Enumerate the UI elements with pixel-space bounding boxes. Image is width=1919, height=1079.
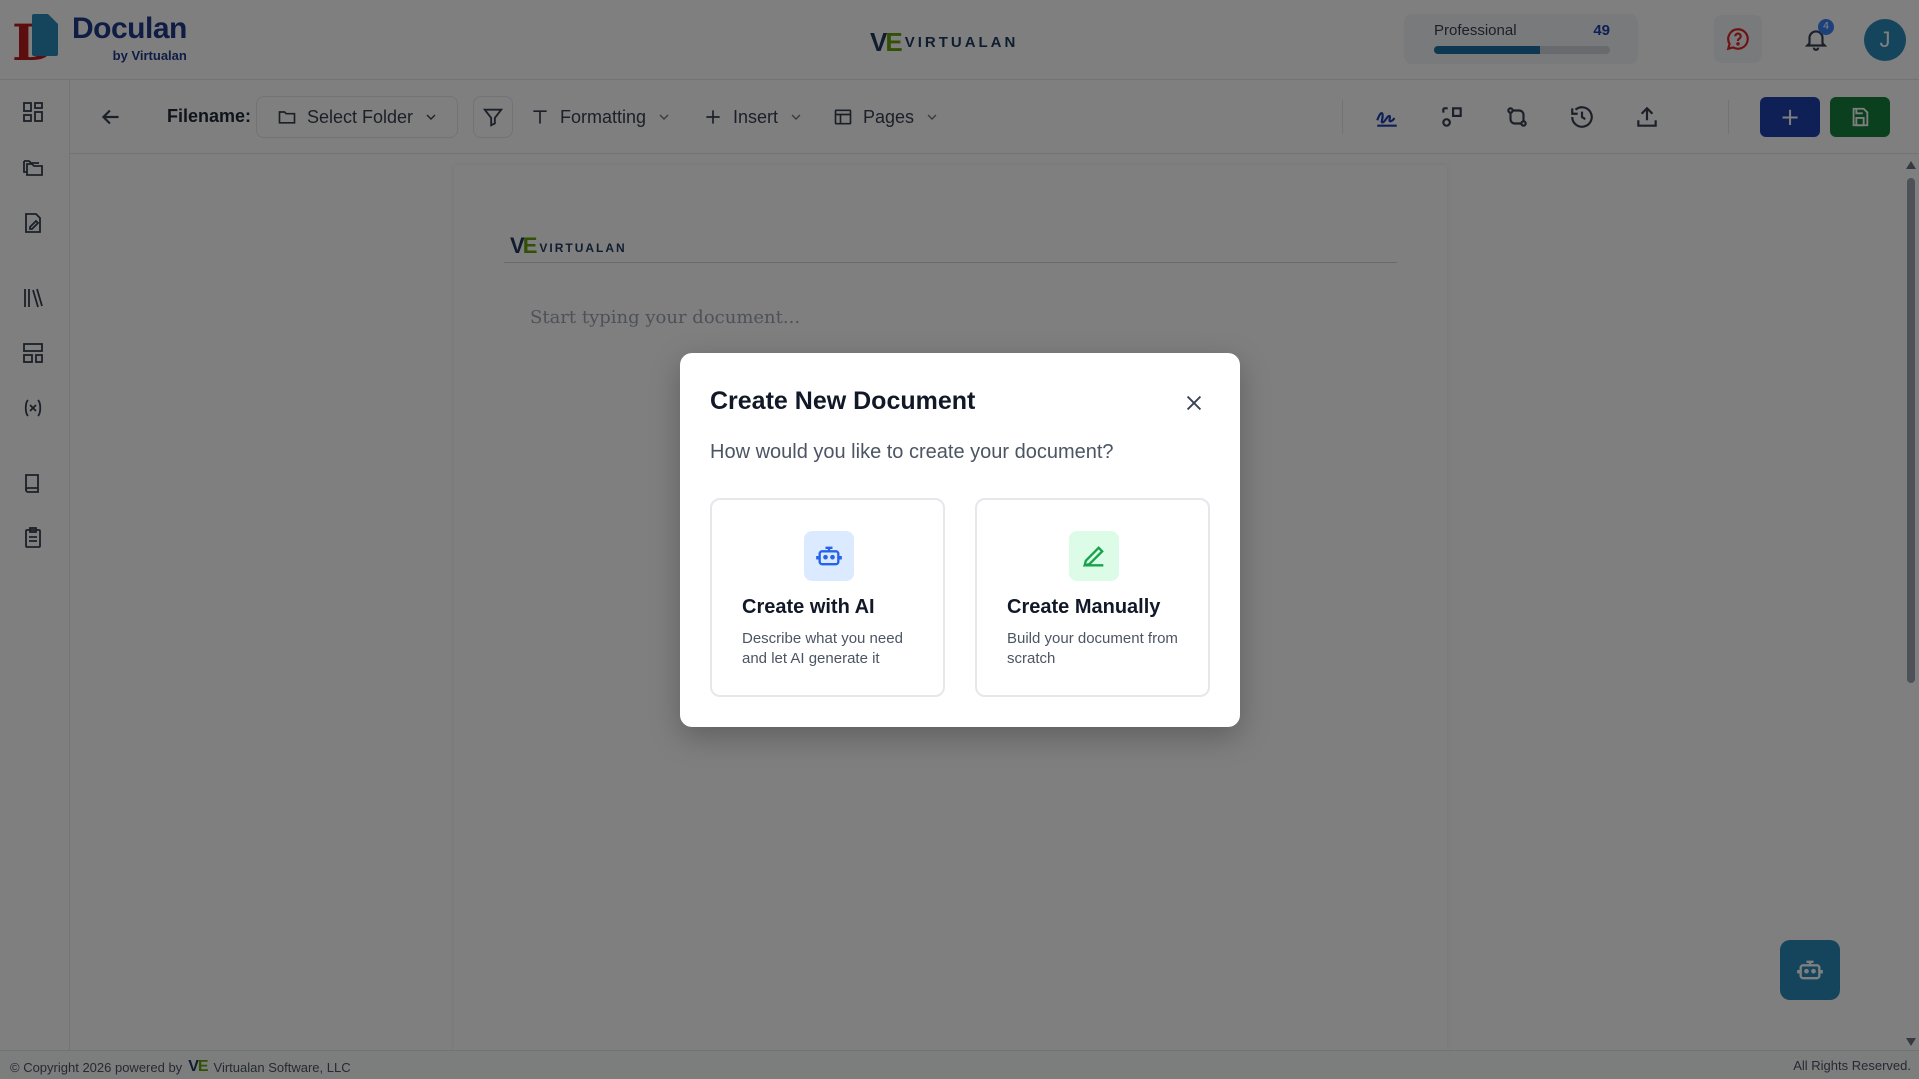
pencil-icon xyxy=(1069,531,1119,581)
dialog-title: Create New Document xyxy=(710,387,976,415)
option-description: Build your document from scratch xyxy=(1007,630,1178,667)
close-button[interactable] xyxy=(1180,389,1208,417)
option-description: Describe what you need and let AI genera… xyxy=(742,630,903,667)
robot-icon xyxy=(804,531,854,581)
create-with-ai-option[interactable]: Create with AI Describe what you need an… xyxy=(710,498,945,697)
option-title: Create Manually xyxy=(1007,596,1161,618)
option-title: Create with AI xyxy=(742,596,875,618)
close-icon xyxy=(1186,395,1202,411)
create-document-dialog: Create New Document How would you like t… xyxy=(680,353,1240,727)
dialog-subtitle: How would you like to create your docume… xyxy=(710,441,1114,463)
create-manually-option[interactable]: Create Manually Build your document from… xyxy=(975,498,1210,697)
